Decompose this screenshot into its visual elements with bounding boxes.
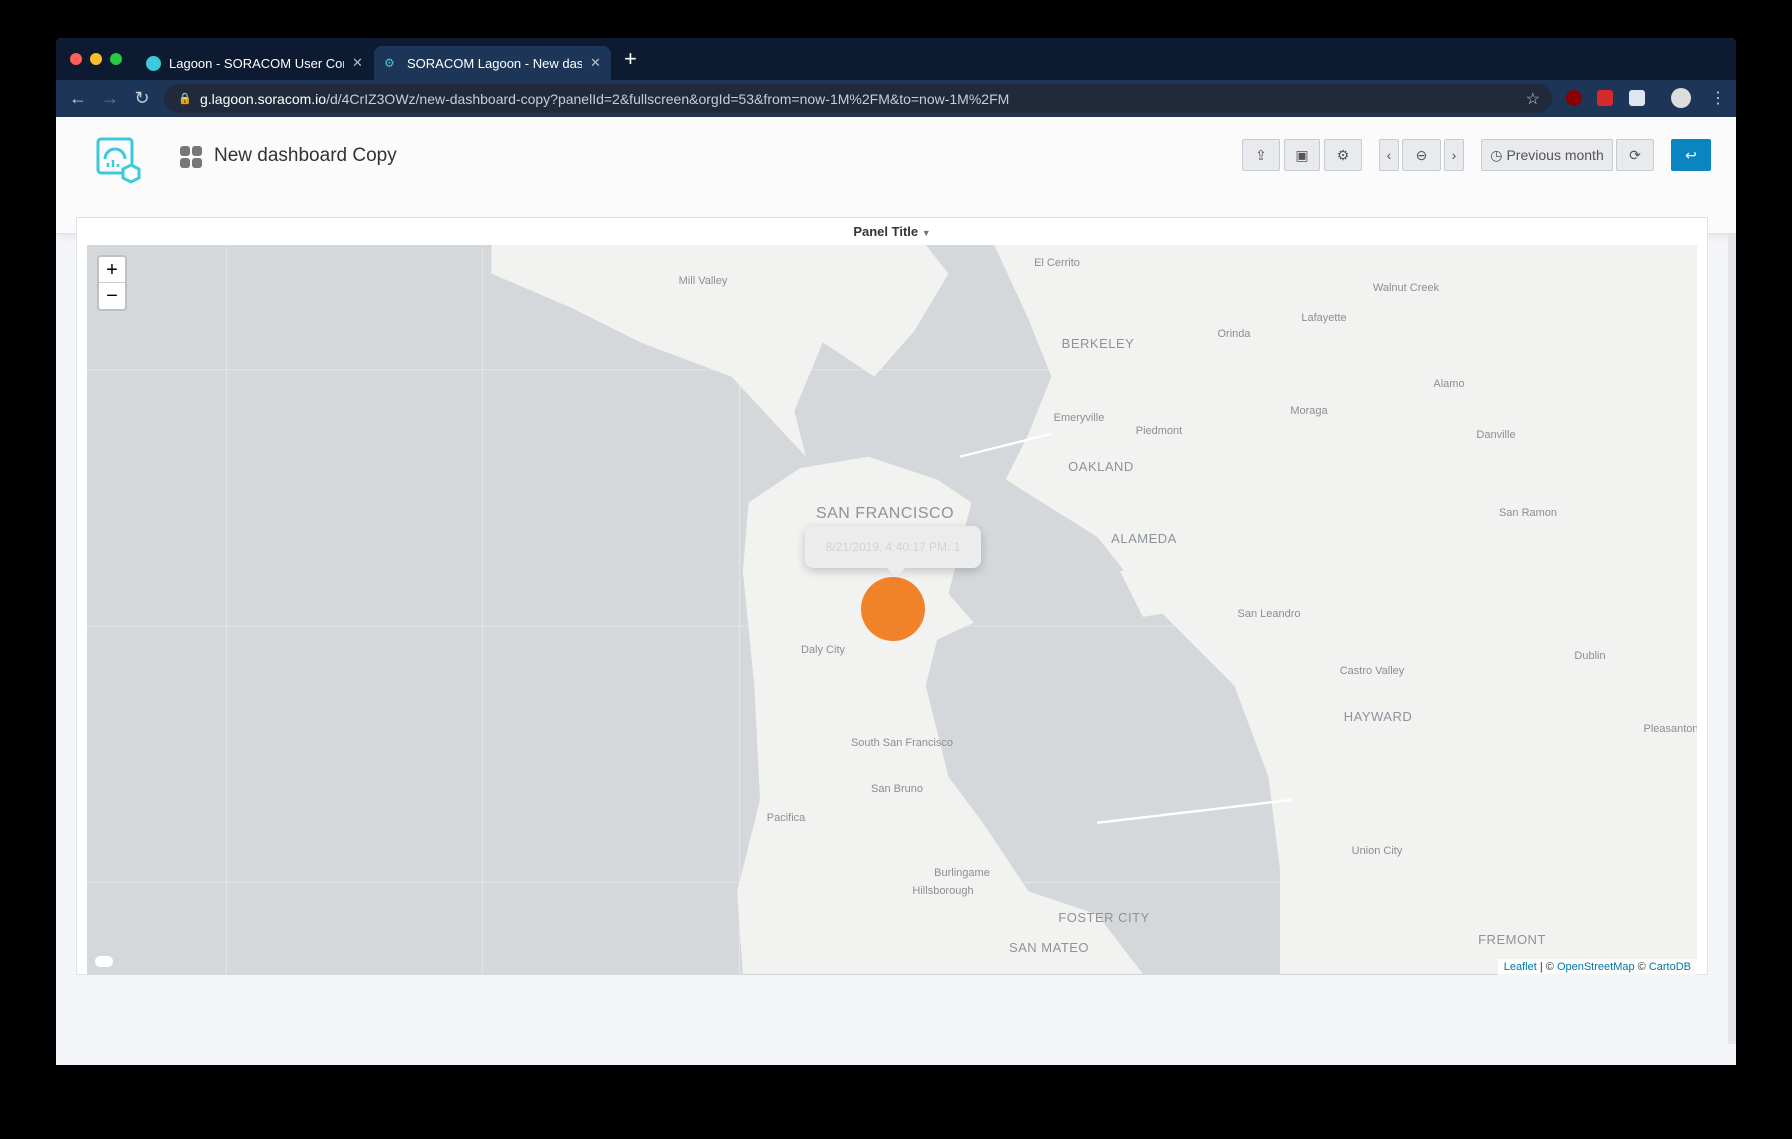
refresh-icon: ⟳ (1629, 146, 1641, 163)
map-place-label: San Leandro (1237, 608, 1301, 620)
page-scrollbar[interactable] (1728, 234, 1736, 1044)
back-to-dashboard-button[interactable]: ↩ (1671, 139, 1711, 171)
map-place-label: Pacifica (766, 812, 806, 824)
zoom-out-icon: ⊖ (1415, 146, 1428, 163)
lastpass-extension-icon[interactable] (1597, 90, 1613, 106)
map-place-label: FOSTER CITY (1058, 910, 1150, 925)
map-place-label: South San Francisco (850, 737, 954, 749)
new-tab-button[interactable]: + (624, 46, 637, 72)
close-window-button[interactable] (70, 53, 82, 65)
time-forward-button[interactable]: › (1444, 139, 1464, 171)
time-back-button[interactable]: ‹ (1379, 139, 1399, 171)
close-tab-icon[interactable]: ✕ (352, 55, 363, 71)
minimize-window-button[interactable] (90, 53, 102, 65)
tab-new-dashboard[interactable]: ⚙ SORACOM Lagoon - New dashboard Copy ✕ (374, 46, 611, 80)
map-place-label: Daly City (800, 644, 846, 656)
map-place-label: San Bruno (871, 783, 923, 795)
caret-down-icon: ▼ (921, 228, 931, 238)
map-place-label: Moraga (1290, 405, 1328, 417)
map-place-label: Burlingame (934, 867, 990, 879)
chevron-right-icon: › (1451, 147, 1457, 163)
lagoon-logo-icon (96, 137, 141, 184)
map-marker-circle[interactable] (861, 577, 925, 641)
document-extension-icon[interactable] (1629, 90, 1645, 106)
marker-tooltip: 8/21/2019, 4:40:17 PM: 1 (805, 526, 981, 577)
map-panel: Panel Title ▼ Mill Valley El Cerrito Walnu… (76, 217, 1708, 975)
clock-icon: ◷ (1490, 146, 1503, 163)
map-place-label: Mill Valley (678, 275, 728, 287)
panel-title[interactable]: Panel Title ▼ (77, 224, 1707, 239)
url-field[interactable]: 🔒 g.lagoon.soracom.io/d/4CrIZ3OWz/new-da… (164, 84, 1552, 113)
map-place-label: OAKLAND (1068, 459, 1134, 474)
tab-bar: Lagoon - SORACOM User Console ✕ ⚙ SORACO… (56, 38, 1736, 80)
map-place-label: Lafayette (1301, 312, 1347, 324)
map-place-label: BERKELEY (1061, 336, 1135, 351)
menu-kebab-icon[interactable]: ⋮ (1710, 88, 1726, 108)
lock-icon: 🔒 (178, 93, 192, 105)
time-range-picker[interactable]: ◷ Previous month (1481, 139, 1613, 171)
maximize-window-button[interactable] (110, 53, 122, 65)
browser-window: Lagoon - SORACOM User Console ✕ ⚙ SORACO… (56, 38, 1736, 1065)
reload-icon[interactable]: ↻ (126, 88, 158, 109)
gear-icon: ⚙ (1336, 146, 1350, 163)
map-place-label: Emeryville (1053, 412, 1105, 424)
openstreetmap-link[interactable]: OpenStreetMap (1557, 961, 1635, 973)
map-place-label: Piedmont (1135, 425, 1183, 437)
soracom-favicon-icon: ⚙ (384, 55, 395, 70)
dashboard-grid-icon[interactable] (180, 146, 202, 168)
map-place-label: HAYWARD (1343, 709, 1413, 724)
leaflet-map[interactable]: Mill Valley El Cerrito Walnut Creek Lafayet… (87, 245, 1697, 975)
bookmark-star-icon[interactable]: ☆ (1526, 89, 1540, 109)
map-place-label: Danville (1476, 429, 1516, 441)
zoom-control: + − (97, 255, 127, 311)
settings-button[interactable]: ⚙ (1324, 139, 1362, 171)
map-place-label: Union City (1351, 845, 1403, 857)
chevron-left-icon: ‹ (1386, 147, 1392, 163)
leaflet-link[interactable]: Leaflet (1504, 961, 1537, 973)
refresh-button[interactable]: ⟳ (1616, 139, 1654, 171)
lagoon-favicon-icon (146, 55, 161, 71)
save-icon: ▣ (1295, 146, 1309, 163)
map-place-label: Dublin (1574, 650, 1606, 662)
zoom-in-button[interactable]: + (99, 257, 125, 283)
map-place-label: Castro Valley (1339, 665, 1405, 677)
map-place-label: Walnut Creek (1372, 282, 1440, 294)
zoom-out-button[interactable]: − (99, 283, 125, 309)
map-place-label: SAN FRANCISCO (815, 505, 955, 522)
map-place-label: Orinda (1217, 328, 1251, 340)
close-tab-icon[interactable]: ✕ (590, 55, 601, 71)
map-place-label: FREMONT (1478, 932, 1546, 947)
map-place-label: Alamo (1433, 378, 1465, 390)
map-attribution: Leaflet | © OpenStreetMap © CartoDB (1497, 959, 1697, 975)
map-place-label: ALAMEDA (1111, 531, 1177, 546)
ublock-extension-icon[interactable] (1566, 90, 1582, 106)
forward-icon[interactable]: → (94, 88, 126, 109)
profile-avatar[interactable] (1671, 88, 1691, 108)
map-place-label: SAN MATEO (1008, 940, 1090, 955)
cartodb-link[interactable]: CartoDB (1649, 961, 1691, 973)
dashboard-title[interactable]: New dashboard Copy (214, 145, 397, 167)
map-place-label: El Cerrito (1034, 257, 1080, 269)
save-button[interactable]: ▣ (1284, 139, 1320, 171)
map-place-label: Pleasanton (1643, 723, 1697, 735)
zoom-out-time-button[interactable]: ⊖ (1402, 139, 1441, 171)
share-button[interactable]: ⇪ (1242, 139, 1280, 171)
map-place-label: Hillsborough (912, 885, 974, 897)
back-icon[interactable]: ← (62, 88, 94, 109)
share-icon: ⇪ (1255, 146, 1267, 163)
return-arrow-icon: ↩ (1685, 146, 1697, 163)
address-bar: ← → ↻ 🔒 g.lagoon.soracom.io/d/4CrIZ3OWz/… (56, 80, 1736, 117)
map-place-label: San Ramon (1498, 507, 1558, 519)
tab-lagoon-console[interactable]: Lagoon - SORACOM User Console ✕ (136, 46, 373, 80)
layer-toggle[interactable] (95, 956, 113, 967)
